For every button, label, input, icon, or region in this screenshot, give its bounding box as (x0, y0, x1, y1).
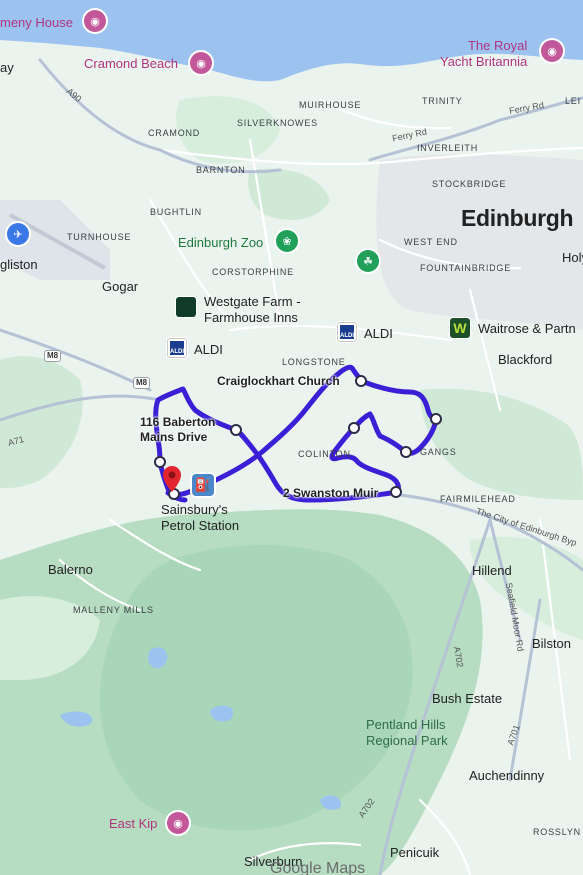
restaurant-logo-icon[interactable] (176, 297, 196, 317)
waypoint-marker[interactable] (430, 413, 442, 425)
camera-icon[interactable]: ◉ (167, 812, 189, 834)
waypoint-marker[interactable] (348, 422, 360, 434)
place-label: Hillend (472, 563, 512, 578)
neighbourhood-label: BUGHTLIN (150, 207, 202, 217)
fuel-icon[interactable]: ⛽ (192, 474, 214, 496)
neighbourhood-label: INVERLEITH (417, 143, 479, 153)
map-base-layer (0, 0, 583, 875)
neighbourhood-label: WEST END (404, 237, 458, 247)
neighbourhood-label: MUIRHOUSE (299, 100, 362, 110)
camera-icon[interactable]: ◉ (541, 40, 563, 62)
neighbourhood-label: FOUNTAINBRIDGE (420, 263, 512, 273)
neighbourhood-label: BARNTON (196, 165, 246, 175)
route-stop-label[interactable]: Craiglockhart Church (217, 374, 340, 389)
poi-label[interactable]: meny House (0, 15, 73, 30)
neighbourhood-label: LONGSTONE (282, 357, 346, 367)
poi-label[interactable]: East Kip (109, 816, 157, 831)
place-label: ay (0, 60, 14, 75)
neighbourhood-label: CRAMOND (148, 128, 201, 138)
waypoint-marker[interactable] (390, 486, 402, 498)
camera-icon[interactable]: ◉ (190, 52, 212, 74)
aldi-logo-icon[interactable]: ALDI (167, 338, 187, 358)
destination-pin-icon[interactable] (163, 466, 181, 492)
neighbourhood-label: GANGS (420, 447, 457, 457)
poi-label[interactable]: ALDI (364, 326, 393, 341)
poi-label[interactable]: ALDI (194, 342, 223, 357)
place-label: Gogar (102, 279, 139, 294)
neighbourhood-label: TURNHOUSE (67, 232, 132, 242)
route-stop-label[interactable]: 116 Baberton Mains Drive (140, 415, 215, 445)
neighbourhood-label: FAIRMILEHEAD (440, 494, 516, 504)
poi-label[interactable]: Waitrose & Partn (478, 321, 576, 336)
poi-label[interactable]: Sainsbury's Petrol Station (161, 502, 239, 534)
neighbourhood-label: MALLENY MILLS (73, 605, 154, 615)
neighbourhood-label: COLINTON (298, 449, 351, 459)
place-label: Penicuik (390, 845, 440, 860)
waitrose-logo-icon[interactable]: W (450, 318, 470, 338)
place-label: Blackford (498, 352, 553, 367)
waypoint-marker[interactable] (400, 446, 412, 458)
place-label: gliston (0, 257, 38, 272)
zoo-icon[interactable]: ❀ (276, 230, 298, 252)
neighbourhood-label: CORSTORPHINE (212, 267, 294, 277)
camera-icon[interactable]: ◉ (84, 10, 106, 32)
place-label: Bush Estate (432, 691, 503, 706)
place-label: Holy (562, 250, 583, 265)
place-label: Auchendinny (469, 768, 545, 783)
neighbourhood-label: LEI (565, 96, 581, 106)
neighbourhood-label: STOCKBRIDGE (432, 179, 507, 189)
route-stop-label[interactable]: 2 Swanston Muir (283, 486, 378, 501)
map-view[interactable]: ◉ ◉ ◉ ◉ ❀ ☘ ✈ ALDI ALDI W ⛽ M8 M8 Edinbu… (0, 0, 583, 875)
poi-label[interactable]: Edinburgh Zoo (178, 235, 263, 250)
poi-label[interactable]: Cramond Beach (84, 56, 178, 71)
map-attribution: Google Maps (270, 860, 366, 875)
park-label: Pentland Hills Regional Park (366, 717, 448, 748)
waypoint-marker[interactable] (355, 375, 367, 387)
aldi-logo-icon[interactable]: ALDI (337, 322, 357, 342)
park-icon[interactable]: ☘ (357, 250, 379, 272)
neighbourhood-label: ROSSLYN (533, 827, 581, 837)
road-shield: M8 (44, 350, 62, 362)
airport-icon[interactable]: ✈ (7, 223, 29, 245)
place-label: Bilston (532, 636, 572, 651)
road-shield: M8 (133, 377, 151, 389)
city-label: Edinburgh (461, 205, 574, 231)
neighbourhood-label: TRINITY (422, 96, 463, 106)
poi-label[interactable]: Westgate Farm - Farmhouse Inns (204, 294, 301, 326)
poi-label[interactable]: The Royal Yacht Britannia (440, 38, 527, 70)
place-label: Balerno (48, 562, 93, 577)
waypoint-marker[interactable] (230, 424, 242, 436)
neighbourhood-label: SILVERKNOWES (237, 118, 318, 128)
